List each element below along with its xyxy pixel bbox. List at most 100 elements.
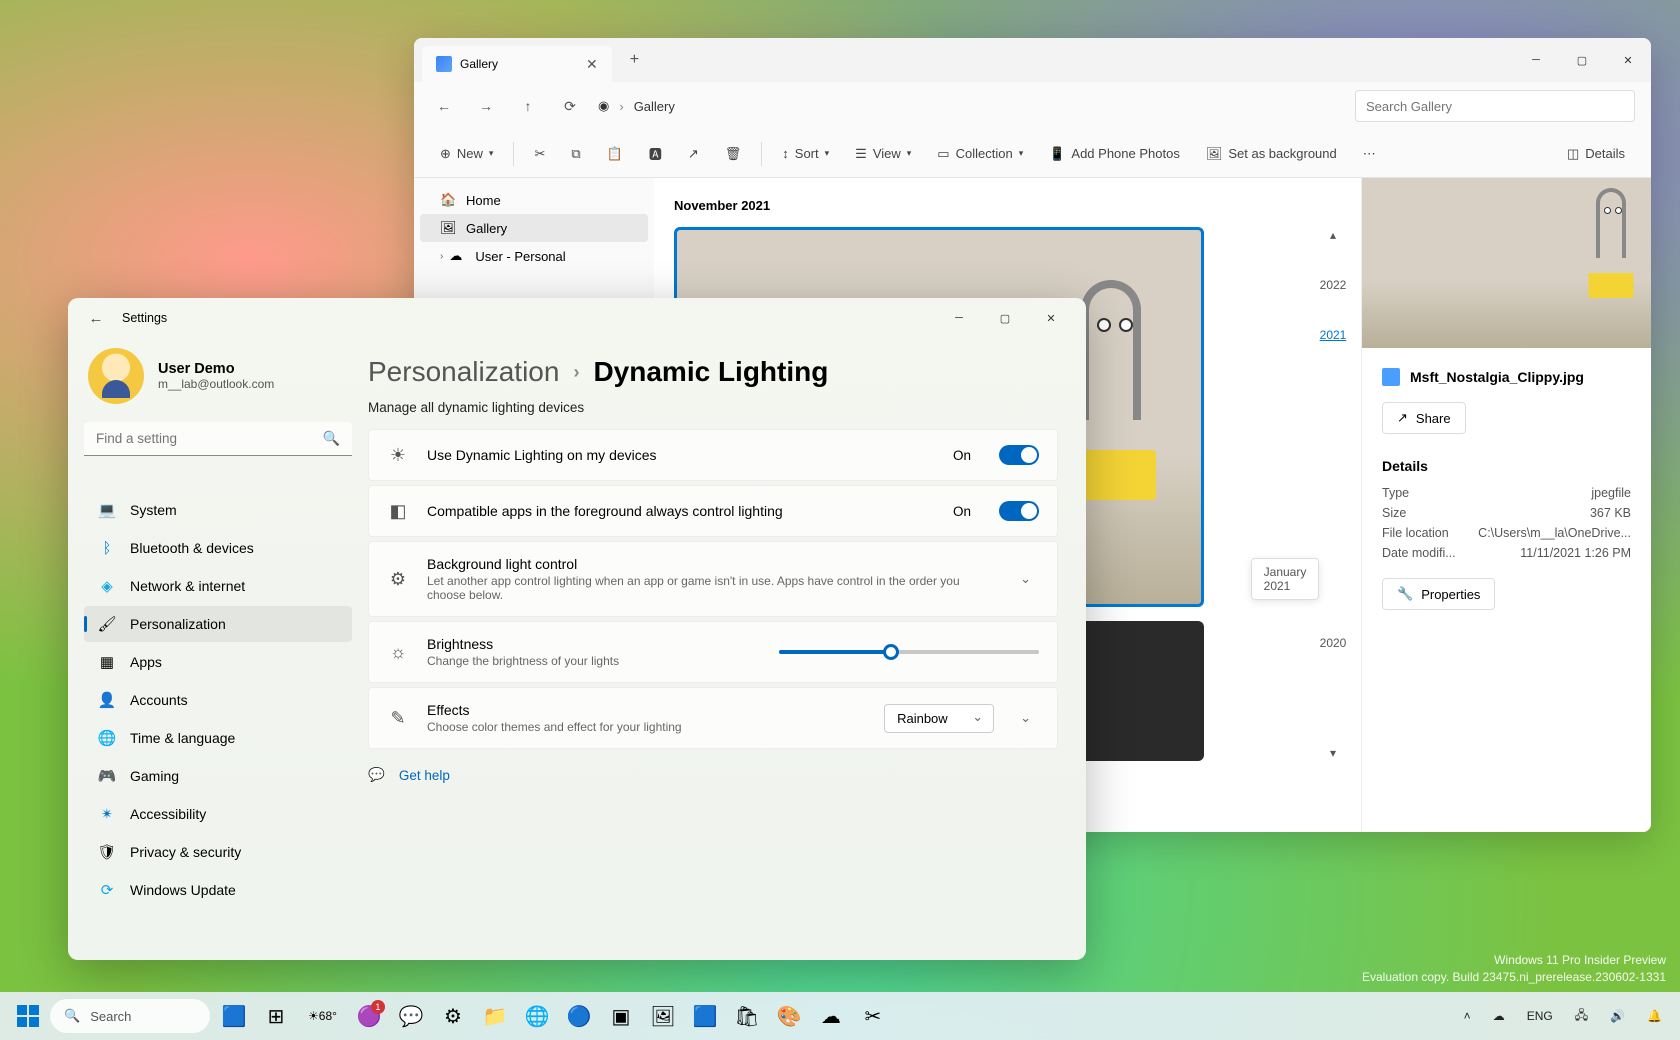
nav-gaming[interactable]: 🎮Gaming — [84, 758, 352, 794]
card-effects[interactable]: ✎ Effects Choose color themes and effect… — [368, 687, 1058, 749]
rename-button[interactable]: 🅰 — [639, 138, 672, 169]
explorer-tab[interactable]: Gallery ✕ — [422, 46, 612, 82]
person-icon: 👤 — [98, 691, 116, 709]
sidebar-home[interactable]: 🏠Home — [420, 186, 648, 214]
card-brightness: ☼ Brightness Change the brightness of yo… — [368, 621, 1058, 683]
tray-language[interactable]: ENG — [1521, 1005, 1559, 1027]
brightness-slider[interactable] — [779, 650, 1039, 654]
sort-button[interactable]: ↕Sort▾ — [772, 140, 839, 167]
breadcrumb-parent[interactable]: Personalization — [368, 356, 559, 388]
maximize-button[interactable]: ▢ — [1559, 38, 1605, 82]
card-background-light[interactable]: ⚙ Background light control Let another a… — [368, 541, 1058, 617]
chrome-app[interactable]: 🔵 — [561, 998, 597, 1034]
timeline-up-icon[interactable]: ▴ — [1330, 228, 1336, 242]
chat-button[interactable]: 💬 — [393, 998, 429, 1034]
more-button[interactable]: ⋯ — [1353, 140, 1386, 168]
share-button[interactable]: ↗ — [678, 140, 709, 168]
paint-app[interactable]: 🎨 — [771, 998, 807, 1034]
tray-onedrive-icon[interactable]: ☁ — [1487, 1005, 1511, 1027]
tab-title: Gallery — [460, 57, 498, 71]
nav-personalization[interactable]: 🖌Personalization — [84, 606, 352, 642]
timeline-year[interactable]: 2020 — [1320, 636, 1347, 650]
back-button[interactable]: ← — [80, 302, 112, 334]
timeline-year[interactable]: 2022 — [1320, 278, 1347, 292]
share-button[interactable]: ↗Share — [1382, 402, 1466, 434]
settings-sidebar: User Demo m__lab@outlook.com 🔍 💻System ᛒ… — [68, 338, 368, 960]
maximize-button[interactable]: ▢ — [982, 300, 1028, 336]
add-phone-button[interactable]: 📱Add Phone Photos — [1039, 140, 1190, 168]
view-button[interactable]: ☰View▾ — [845, 140, 921, 168]
window-title: Settings — [122, 311, 167, 325]
minimize-button[interactable]: ─ — [1513, 38, 1559, 82]
delete-button[interactable]: 🗑 — [715, 140, 752, 168]
effects-dropdown[interactable]: Rainbow — [884, 704, 994, 733]
nav-apps[interactable]: ▦Apps — [84, 644, 352, 680]
nav-bluetooth[interactable]: ᛒBluetooth & devices — [84, 530, 352, 566]
new-tab-button[interactable]: + — [630, 51, 639, 69]
nav-update[interactable]: ⟳Windows Update — [84, 872, 352, 908]
breadcrumb-text: Gallery — [634, 99, 675, 114]
set-background-button[interactable]: 🖼Set as background — [1196, 140, 1347, 168]
nav-time[interactable]: 🌐Time & language — [84, 720, 352, 756]
tray-notification-icon[interactable]: 🔔 — [1641, 1005, 1668, 1027]
detail-row-type: Typejpegfile — [1382, 486, 1631, 500]
close-button[interactable]: ✕ — [1605, 38, 1651, 82]
terminal-app[interactable]: ▣ — [603, 998, 639, 1034]
nav-system[interactable]: 💻System — [84, 492, 352, 528]
search-input[interactable] — [1355, 90, 1635, 122]
tray-network-icon[interactable]: 🖧 — [1569, 1002, 1594, 1031]
get-help-link[interactable]: Get help — [399, 768, 450, 783]
close-tab-icon[interactable]: ✕ — [586, 56, 598, 73]
up-button[interactable]: ↑ — [514, 92, 542, 120]
properties-button[interactable]: 🔧Properties — [1382, 578, 1495, 610]
minimize-button[interactable]: ─ — [936, 300, 982, 336]
photos-app[interactable]: 🖼 — [645, 998, 681, 1034]
plus-icon: ⊕ — [440, 146, 451, 162]
back-button[interactable]: ← — [430, 92, 458, 120]
weather-widget[interactable]: ☀68° — [300, 998, 345, 1034]
user-profile[interactable]: User Demo m__lab@outlook.com — [88, 348, 352, 404]
breadcrumb[interactable]: ◉ › Gallery — [598, 98, 1341, 114]
wallpaper-icon: 🖼 — [1206, 146, 1223, 162]
settings-app[interactable]: ⚙ — [435, 998, 471, 1034]
nav-network[interactable]: ◈Network & internet — [84, 568, 352, 604]
chevron-down-icon[interactable]: ⌄ — [1012, 706, 1039, 730]
vm-app[interactable]: 🟦 — [687, 998, 723, 1034]
nav-accessibility[interactable]: ✴Accessibility — [84, 796, 352, 832]
file-explorer-app[interactable]: 📁 — [477, 998, 513, 1034]
start-button[interactable] — [12, 1000, 44, 1032]
cloud-app[interactable]: ☁ — [813, 998, 849, 1034]
nav-accounts[interactable]: 👤Accounts — [84, 682, 352, 718]
tray-chevron-icon[interactable]: ˄ — [1458, 1005, 1477, 1027]
settings-search-input[interactable] — [84, 422, 352, 456]
detail-filename: Msft_Nostalgia_Clippy.jpg — [1382, 368, 1631, 386]
toggle-compatible-apps[interactable] — [999, 501, 1039, 521]
toggle-dynamic-lighting[interactable] — [999, 445, 1039, 465]
store-app[interactable]: 🛍 — [729, 998, 765, 1034]
task-view-button[interactable]: ⊞ — [258, 998, 294, 1034]
close-button[interactable]: ✕ — [1028, 300, 1074, 336]
copilot-button[interactable]: 🟣1 — [351, 998, 387, 1034]
year-timeline[interactable]: ▴ 2022 2021 January 2021 2020 ▾ — [1305, 178, 1361, 832]
tray-volume-icon[interactable]: 🔊 — [1604, 1005, 1631, 1027]
copy-button[interactable]: ⧉ — [561, 140, 590, 168]
timeline-down-icon[interactable]: ▾ — [1330, 746, 1336, 760]
edge-app[interactable]: 🌐 — [519, 998, 555, 1034]
timeline-year[interactable]: 2021 — [1320, 328, 1347, 342]
new-button[interactable]: ⊕New▾ — [430, 140, 503, 168]
sidebar-user[interactable]: ›☁User - Personal — [420, 242, 648, 270]
nav-privacy[interactable]: 🛡Privacy & security — [84, 834, 352, 870]
system-tray: ˄ ☁ ENG 🖧 🔊 🔔 — [1458, 1002, 1668, 1031]
refresh-button[interactable]: ⟳ — [556, 92, 584, 120]
copy-icon: ⧉ — [571, 146, 580, 162]
cut-button[interactable]: ✂ — [524, 140, 555, 168]
widgets-button[interactable]: 🟦 — [216, 998, 252, 1034]
forward-button[interactable]: → — [472, 92, 500, 120]
collection-button[interactable]: ▭Collection▾ — [927, 140, 1033, 168]
sidebar-gallery[interactable]: 🖼Gallery — [420, 214, 648, 242]
snip-app[interactable]: ✂ — [855, 998, 891, 1034]
chevron-down-icon[interactable]: ⌄ — [1012, 567, 1039, 591]
paste-button[interactable]: 📋 — [597, 140, 633, 168]
details-pane-button[interactable]: ◫Details — [1557, 140, 1635, 168]
taskbar-search[interactable]: 🔍Search — [50, 999, 210, 1033]
